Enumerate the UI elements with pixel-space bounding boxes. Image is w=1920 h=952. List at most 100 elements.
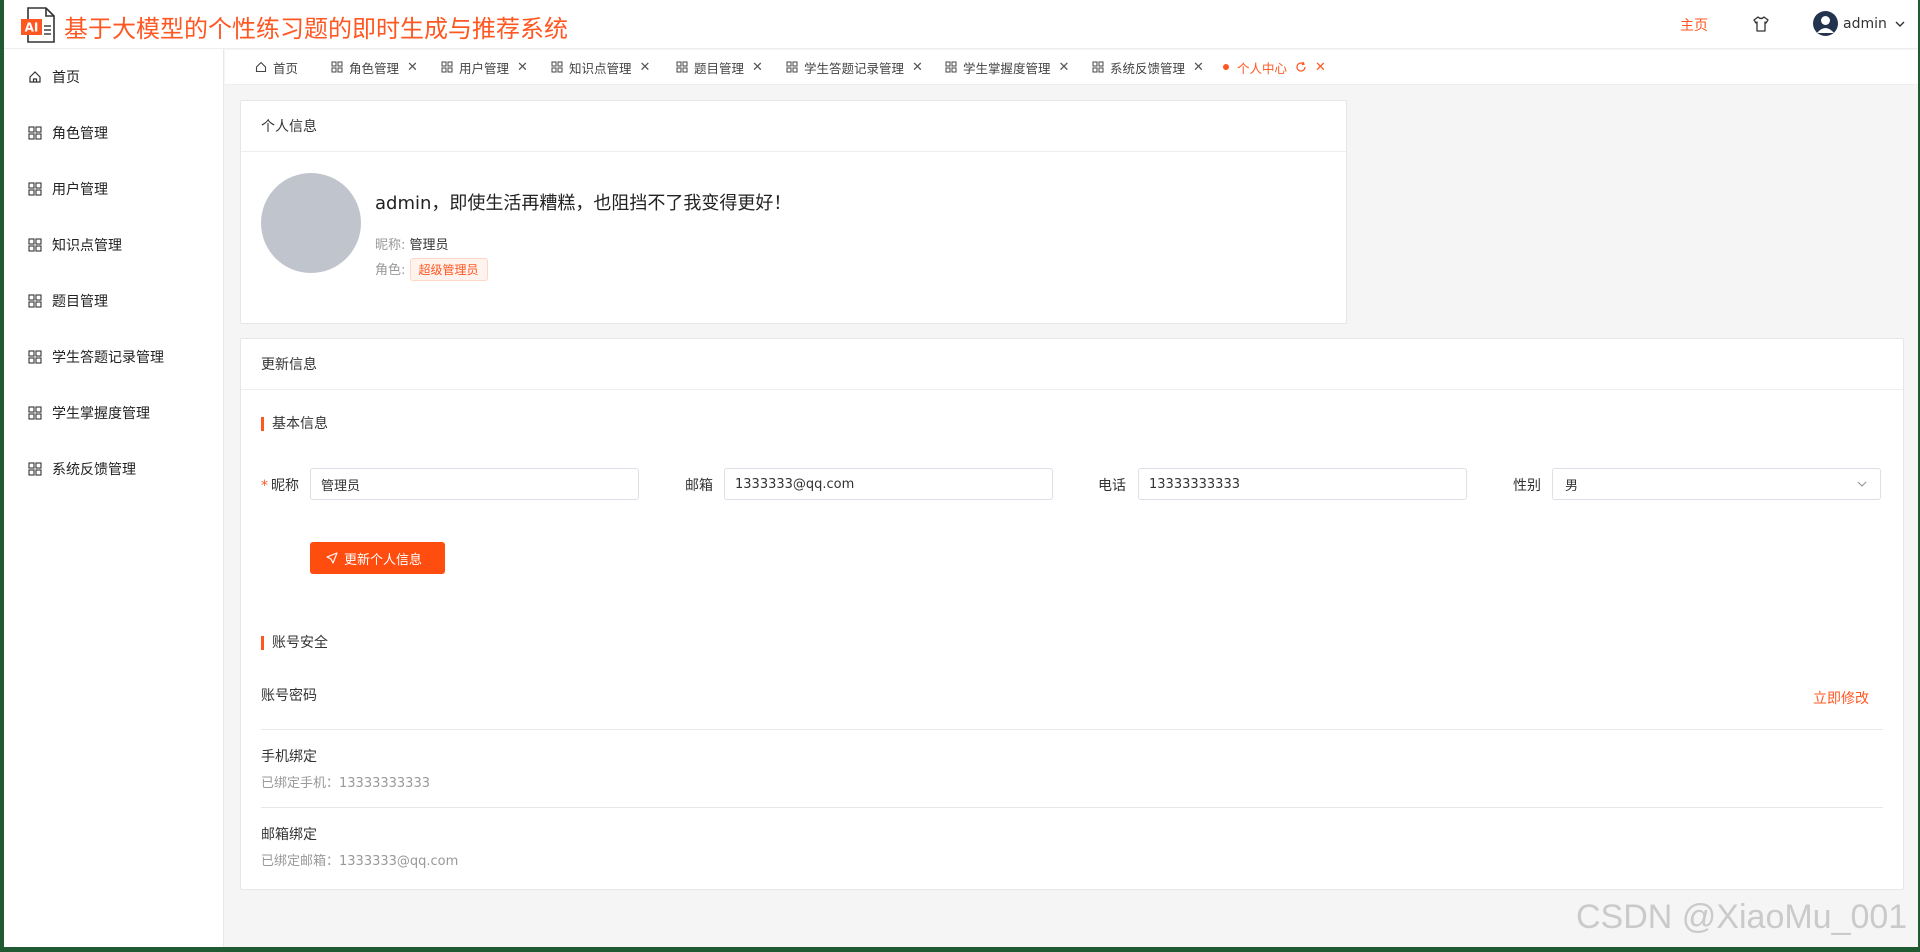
email-field-label: 邮箱 — [685, 478, 713, 494]
role-label: 角色: — [375, 263, 406, 278]
profile-nickname-row: 昵称: 管理员 — [375, 234, 449, 253]
grid-icon — [28, 238, 42, 252]
update-profile-button-label: 更新个人信息 — [344, 552, 423, 568]
sidebar-item-knowledge[interactable]: 知识点管理 — [4, 225, 224, 265]
sidebar-item-label: 角色管理 — [52, 126, 108, 142]
nickname-value: 管理员 — [409, 238, 449, 253]
tab-label: 首页 — [273, 60, 299, 76]
close-icon[interactable]: ✕ — [1193, 60, 1204, 75]
email-bind-text: 已绑定邮箱：1333333@qq.com — [261, 854, 459, 869]
grid-icon — [331, 61, 343, 73]
account-security-title: 账号安全 — [261, 636, 328, 650]
phone-bind-title: 手机绑定 — [261, 749, 317, 765]
password-row-title: 账号密码 — [261, 688, 317, 704]
close-icon[interactable]: ✕ — [407, 60, 418, 75]
update-card: 更新信息 基本信息 *昵称 邮箱 电话 性别 男 更新个人信息 账号安全 账号密… — [240, 338, 1904, 890]
sidebar-item-answer-records[interactable]: 学生答题记录管理 — [4, 337, 224, 377]
phone-bind-text: 已绑定手机：13333333333 — [261, 776, 430, 791]
sidebar-item-questions[interactable]: 题目管理 — [4, 281, 224, 321]
tab-label: 学生答题记录管理 — [804, 60, 905, 76]
tab-bar: 首页 角色管理 ✕ 用户管理 ✕ 知识点管理 ✕ 题目管理 ✕ 学生答题记录管理… — [225, 50, 1918, 85]
grid-icon — [945, 61, 957, 73]
close-icon[interactable]: ✕ — [1315, 60, 1326, 75]
tab-mastery[interactable]: 学生掌握度管理 ✕ — [945, 50, 1069, 84]
grid-icon — [28, 462, 42, 476]
send-icon — [326, 552, 338, 564]
close-icon[interactable]: ✕ — [1059, 60, 1070, 75]
profile-card: 个人信息 admin，即使生活再糟糕，也阻挡不了我变得更好！ 昵称: 管理员 角… — [240, 100, 1347, 324]
tab-label: 个人中心 — [1237, 60, 1288, 76]
refresh-icon[interactable] — [1295, 61, 1307, 73]
grid-icon — [28, 126, 42, 140]
nickname-label: 昵称: — [375, 238, 406, 253]
user-name[interactable]: admin — [1843, 16, 1887, 32]
phone-input[interactable] — [1138, 468, 1467, 500]
sidebar-item-label: 用户管理 — [52, 182, 108, 198]
tab-roles[interactable]: 角色管理 ✕ — [331, 50, 418, 84]
tab-users[interactable]: 用户管理 ✕ — [441, 50, 528, 84]
watermark: CSDN @XiaoMu_001 — [1576, 898, 1908, 936]
phone-field-label: 电话 — [1098, 478, 1126, 494]
home-icon — [29, 71, 41, 83]
theme-shirt-icon[interactable] — [1752, 15, 1770, 33]
logo-text: AI — [25, 21, 39, 35]
tab-label: 学生掌握度管理 — [963, 60, 1051, 76]
nickname-input[interactable] — [310, 468, 639, 500]
top-header: AI 基于大模型的个性练习题的即时生成与推荐系统 主页 admin — [4, 0, 1918, 49]
tab-label: 题目管理 — [694, 60, 745, 76]
sidebar-item-label: 学生答题记录管理 — [52, 350, 164, 366]
profile-motto: admin，即使生活再糟糕，也阻挡不了我变得更好！ — [375, 193, 792, 214]
profile-card-title: 个人信息 — [241, 101, 1346, 152]
grid-icon — [1092, 61, 1104, 73]
nav-home-link[interactable]: 主页 — [1680, 15, 1708, 35]
tab-home[interactable]: 首页 — [255, 50, 298, 84]
modify-password-link[interactable]: 立即修改 — [1813, 688, 1869, 708]
grid-icon — [786, 61, 798, 73]
gender-select-value: 男 — [1565, 478, 1579, 494]
sidebar-item-label: 系统反馈管理 — [52, 462, 136, 478]
tab-label: 用户管理 — [459, 60, 510, 76]
active-dot-icon — [1223, 64, 1229, 70]
gender-select[interactable]: 男 — [1552, 468, 1881, 500]
sidebar-item-roles[interactable]: 角色管理 — [4, 113, 224, 153]
required-mark: * — [261, 478, 268, 494]
home-icon — [255, 61, 267, 73]
grid-icon — [676, 61, 688, 73]
tab-answer-records[interactable]: 学生答题记录管理 ✕ — [786, 50, 923, 84]
divider — [261, 729, 1883, 730]
close-icon[interactable]: ✕ — [752, 60, 763, 75]
email-input[interactable] — [724, 468, 1053, 500]
tab-personal-center[interactable]: 个人中心 ✕ — [1223, 50, 1326, 84]
tab-label: 知识点管理 — [569, 60, 632, 76]
sidebar-item-label: 首页 — [52, 70, 80, 86]
user-avatar-icon[interactable] — [1813, 11, 1838, 36]
update-profile-button[interactable]: 更新个人信息 — [310, 542, 445, 574]
sidebar-item-mastery[interactable]: 学生掌握度管理 — [4, 393, 224, 433]
grid-icon — [28, 182, 42, 196]
sidebar-item-feedback[interactable]: 系统反馈管理 — [4, 449, 224, 489]
grid-icon — [28, 406, 42, 420]
chevron-down-icon — [1857, 481, 1867, 487]
profile-role-row: 角色: 超级管理员 — [375, 258, 488, 281]
grid-icon — [28, 350, 42, 364]
sidebar-item-home[interactable]: 首页 — [4, 57, 224, 97]
close-icon[interactable]: ✕ — [517, 60, 528, 75]
update-card-title: 更新信息 — [241, 339, 1903, 390]
tab-questions[interactable]: 题目管理 ✕ — [676, 50, 763, 84]
chevron-down-icon[interactable] — [1894, 18, 1906, 30]
tab-label: 角色管理 — [349, 60, 400, 76]
tab-knowledge[interactable]: 知识点管理 ✕ — [551, 50, 650, 84]
role-badge: 超级管理员 — [409, 258, 488, 281]
sidebar-item-label: 知识点管理 — [52, 238, 122, 254]
close-icon[interactable]: ✕ — [912, 60, 923, 75]
nickname-field-label: * 昵称 — [261, 478, 299, 494]
gender-field-label: 性别 — [1513, 478, 1541, 494]
grid-icon — [28, 294, 42, 308]
email-bind-title: 邮箱绑定 — [261, 827, 317, 843]
divider — [261, 807, 1883, 808]
close-icon[interactable]: ✕ — [640, 60, 651, 75]
tab-label: 系统反馈管理 — [1110, 60, 1186, 76]
tab-feedback[interactable]: 系统反馈管理 ✕ — [1092, 50, 1204, 84]
sidebar-item-users[interactable]: 用户管理 — [4, 169, 224, 209]
profile-avatar — [261, 173, 361, 273]
